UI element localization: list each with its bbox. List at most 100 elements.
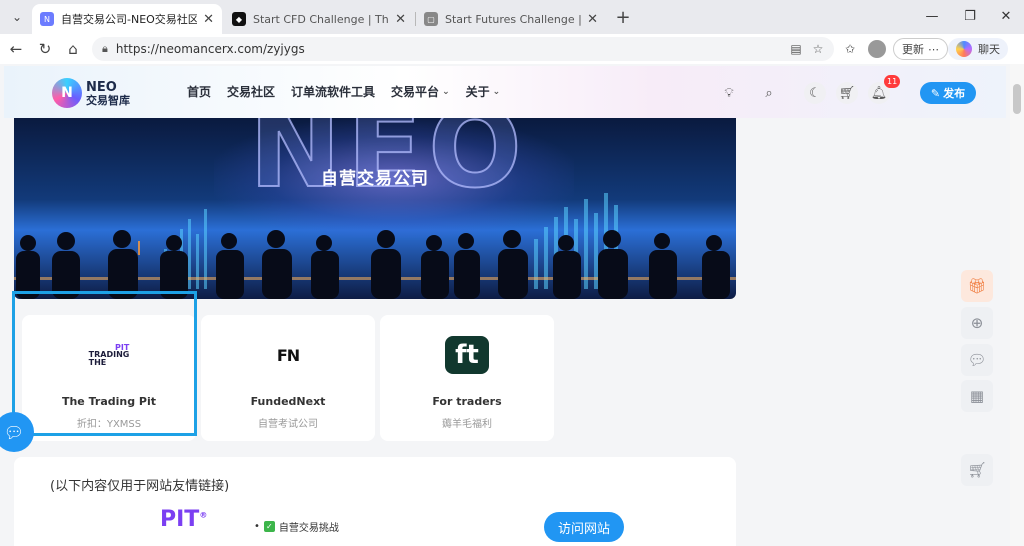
site-logo[interactable]: N NEO 交易智库 <box>52 78 130 108</box>
nav-label: 订单流软件工具 <box>291 85 376 99</box>
publish-button[interactable]: ✎ 发布 <box>920 82 976 104</box>
close-tab-icon[interactable]: ✕ <box>587 12 598 27</box>
minimize-icon[interactable]: — <box>920 6 944 26</box>
site-header: N NEO 交易智库 首页 交易社区 订单流软件工具 交易平台 ⌄ 关于 ⌄ 💡︎ … <box>4 66 1006 118</box>
browser-tab-bar: ⌄ N 自营交易公司-NEO交易社区 ✕ ◆ Start CFD Challen… <box>0 0 1024 34</box>
nav-label: 关于 <box>465 85 490 99</box>
nav-label: 交易平台 <box>391 85 440 99</box>
trading-pit-logo: PIT TRADING THE <box>88 343 130 367</box>
logo-text-the: THE <box>88 357 107 367</box>
pit-brand-logo: PIT® <box>160 507 207 532</box>
hero-title: 自营交易公司 <box>321 169 429 189</box>
address-toolbar: ← ↻ ⌂ 🔒︎ https://neomancerx.com/zyjygs ▤… <box>0 34 1024 64</box>
copilot-icon <box>956 41 972 57</box>
card-logo: FN <box>201 335 375 375</box>
neo-logo-icon: N <box>52 78 82 108</box>
add-circle-icon[interactable]: ⊕ <box>961 307 993 339</box>
card-subtitle: 薅羊毛福利 <box>442 419 492 430</box>
nav-item-orderflow-tools[interactable]: 订单流软件工具 <box>291 83 375 100</box>
pencil-icon: ✎ <box>930 86 941 100</box>
tab-title: Start Futures Challenge | TheTradingPit <box>445 12 582 26</box>
card-name: The Trading Pit <box>61 395 157 408</box>
broker-card-for-traders[interactable]: ft For traders 薅羊毛福利 <box>380 315 554 441</box>
favorite-star-icon[interactable]: ☆ <box>810 41 826 57</box>
nav-item-community[interactable]: 交易社区 <box>227 83 275 100</box>
back-arrow-icon[interactable]: ← <box>6 39 26 59</box>
main-nav: 首页 交易社区 订单流软件工具 交易平台 ⌄ 关于 ⌄ <box>187 83 500 100</box>
dark-mode-moon-icon[interactable]: ☾ <box>804 82 826 104</box>
scroll-thumb[interactable] <box>1013 84 1021 114</box>
avatar <box>868 40 886 58</box>
url-text: https://neomancerx.com/zyjygs <box>115 42 305 56</box>
card-subtitle: 自营考试公司 <box>258 419 318 430</box>
bullet-text: 自营交易挑战 <box>278 523 339 534</box>
visit-site-button[interactable]: 访问网站 <box>544 512 624 542</box>
page-scrollbar[interactable] <box>1010 64 1024 546</box>
broker-card-fundednext[interactable]: FN FundedNext 自营考试公司 <box>201 315 375 441</box>
reader-mode-icon[interactable]: ▤ <box>788 41 804 57</box>
qrcode-icon[interactable]: ▦ <box>961 380 993 412</box>
friend-link-panel: (以下内容仅用于网站友情链接) PIT® • ✓ 自营交易挑战 访问网站 <box>14 457 736 546</box>
nav-item-platforms[interactable]: 交易平台 ⌄ <box>391 83 450 100</box>
cart-icon[interactable]: 🛒︎ <box>836 82 858 104</box>
tab-title: 自营交易公司-NEO交易社区 <box>61 13 198 26</box>
close-tab-icon[interactable]: ✕ <box>395 12 406 27</box>
hero-banner: NEO 自营交易公司 <box>14 118 736 299</box>
logo-text: NEO 交易智库 <box>86 81 130 106</box>
copilot-button-body: 聊天 <box>948 38 1008 60</box>
cart-float-icon[interactable]: 🛒︎ <box>961 454 993 486</box>
tab-title: Start CFD Challenge | TheTradingPit <box>253 12 389 26</box>
notification-badge: 11 <box>884 75 901 88</box>
more-dots-icon: ⋯ <box>928 42 939 56</box>
tab-list-chevron-icon[interactable]: ⌄ <box>6 6 28 28</box>
home-icon[interactable]: ⌂ <box>63 39 83 59</box>
tab-futures-challenge[interactable]: ▢ Start Futures Challenge | TheTradingPi… <box>416 4 606 34</box>
nav-label: 首页 <box>187 85 212 99</box>
favorites-icon[interactable]: ✩ <box>840 39 860 59</box>
for-traders-logo: ft <box>445 336 489 374</box>
copilot-chat-button[interactable]: 聊天 <box>948 38 1008 60</box>
update-button-body: 更新 ⋯ <box>893 38 948 60</box>
hero-crowd-silhouette <box>16 230 730 299</box>
restore-icon[interactable]: ❐ <box>958 6 982 26</box>
card-name: FundedNext <box>250 395 326 408</box>
tradingpit-favicon-icon: ◆ <box>232 12 246 26</box>
tab-cfd-challenge[interactable]: ◆ Start CFD Challenge | TheTradingPit ✕ <box>224 4 414 34</box>
chevron-down-icon: ⌄ <box>442 86 450 97</box>
logo-line2: 交易智库 <box>86 93 130 107</box>
update-button[interactable]: 更新 ⋯ <box>893 38 948 60</box>
wechat-icon[interactable]: 💬︎ <box>961 344 993 376</box>
logo-line1: NEO <box>86 79 117 95</box>
fundednext-logo: FN <box>276 345 300 365</box>
copilot-label: 聊天 <box>978 43 1000 56</box>
brand-mark: ® <box>199 510 208 520</box>
lock-icon[interactable]: 🔒︎ <box>102 42 108 56</box>
checkmark-icon: ✓ <box>263 521 275 532</box>
update-label: 更新 <box>902 43 924 56</box>
tab-active[interactable]: N 自营交易公司-NEO交易社区 ✕ <box>32 4 222 34</box>
gift-icon[interactable]: 🎁︎ <box>961 270 993 302</box>
card-logo: ft <box>380 335 554 375</box>
page-viewport: N NEO 交易智库 首页 交易社区 订单流软件工具 交易平台 ⌄ 关于 ⌄ 💡︎ … <box>0 64 1024 546</box>
close-tab-icon[interactable]: ✕ <box>203 12 214 27</box>
nav-label: 交易社区 <box>227 85 276 99</box>
search-icon[interactable]: ⌕ <box>758 82 780 104</box>
close-window-icon[interactable]: ✕ <box>994 6 1018 26</box>
profile-avatar[interactable] <box>866 39 888 59</box>
lightbulb-icon[interactable]: 💡︎ <box>718 82 740 104</box>
broker-card-trading-pit[interactable]: PIT TRADING THE The Trading Pit 折扣：YXMSS <box>22 315 196 441</box>
card-name: For traders <box>432 395 502 408</box>
nav-item-about[interactable]: 关于 ⌄ <box>466 83 501 100</box>
feature-bullet: • ✓ 自营交易挑战 <box>254 519 339 534</box>
card-logo: PIT TRADING THE <box>22 335 196 375</box>
nav-item-home[interactable]: 首页 <box>187 83 211 100</box>
new-tab-plus-icon[interactable]: + <box>612 6 634 28</box>
publish-label: 发布 <box>943 87 966 100</box>
panel-note: (以下内容仅用于网站友情链接) <box>50 479 230 494</box>
refresh-icon[interactable]: ↻ <box>35 39 55 59</box>
chevron-down-icon: ⌄ <box>492 86 501 97</box>
url-bar[interactable]: 🔒︎ https://neomancerx.com/zyjygs ▤ ☆ <box>92 37 834 61</box>
brand-text: PIT <box>160 507 200 532</box>
bullet-dot: • <box>254 521 260 532</box>
card-subtitle: 折扣：YXMSS <box>76 419 142 430</box>
